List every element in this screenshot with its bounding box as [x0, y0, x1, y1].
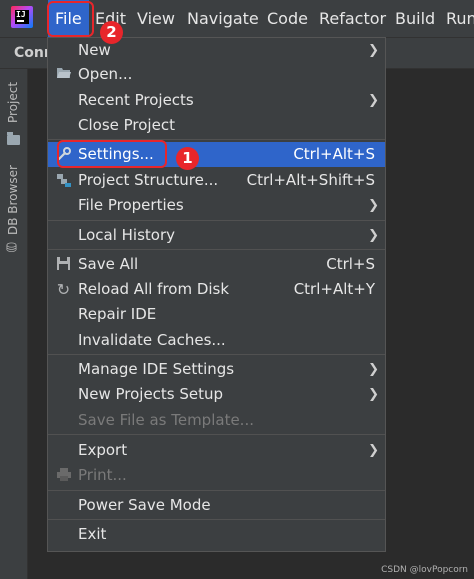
menu-item-open[interactable]: Open... — [48, 62, 385, 87]
database-icon: ⛁ — [6, 241, 17, 256]
menu-item-label: Save All — [78, 255, 139, 273]
menu-build[interactable]: Build — [388, 0, 442, 37]
menu-item-label: Manage IDE Settings — [78, 360, 235, 378]
submenu-arrow-icon: ❯ — [368, 387, 379, 402]
menu-item-label: Save File as Template... — [78, 411, 254, 429]
menu-item-manage-ide-settings[interactable]: Manage IDE Settings ❯ — [48, 357, 385, 382]
menu-item-label: Print... — [78, 466, 127, 484]
menu-item-label: New Projects Setup — [78, 385, 224, 403]
project-tool-window-button[interactable]: Project — [2, 75, 25, 155]
submenu-arrow-icon: ❯ — [368, 228, 379, 243]
menu-separator — [48, 519, 385, 520]
save-icon — [55, 256, 72, 273]
menu-item-new[interactable]: New ❯ — [48, 38, 385, 63]
annotation-badge-2: 2 — [100, 21, 123, 44]
menu-separator — [48, 249, 385, 250]
menu-item-export[interactable]: Export ❯ — [48, 438, 385, 463]
project-structure-icon — [55, 172, 72, 189]
menu-item-print: Print... — [48, 463, 385, 488]
menu-item-reload-all-from-disk[interactable]: ↻ Reload All from Disk Ctrl+Alt+Y — [48, 277, 385, 302]
file-menu-dropdown: New ❯ Open... Recent Projects ❯ Close Pr… — [47, 37, 386, 552]
submenu-arrow-icon: ❯ — [368, 43, 379, 58]
menu-item-file-properties[interactable]: File Properties ❯ — [48, 193, 385, 218]
annotation-highlight-file — [47, 1, 94, 37]
submenu-arrow-icon: ❯ — [368, 93, 379, 108]
menu-item-power-save-mode[interactable]: Power Save Mode — [48, 493, 385, 518]
submenu-arrow-icon: ❯ — [368, 443, 379, 458]
submenu-arrow-icon: ❯ — [368, 198, 379, 213]
menu-item-shortcut: Ctrl+S — [326, 255, 375, 273]
menu-item-label: Open... — [78, 65, 133, 83]
annotation-highlight-settings — [57, 140, 167, 168]
menu-refactor[interactable]: Refactor — [312, 0, 393, 37]
menu-code[interactable]: Code — [260, 0, 315, 37]
menu-separator — [48, 490, 385, 491]
menu-item-label: Local History — [78, 226, 176, 244]
print-icon — [55, 467, 72, 484]
menu-item-shortcut: Ctrl+Alt+S — [293, 145, 375, 163]
menu-item-save-file-as-template: Save File as Template... — [48, 408, 385, 433]
menu-run[interactable]: Run — [439, 0, 474, 37]
menu-separator — [48, 354, 385, 355]
menu-navigate[interactable]: Navigate — [180, 0, 266, 37]
menu-item-label: Recent Projects — [78, 91, 194, 109]
menu-item-new-projects-setup[interactable]: New Projects Setup ❯ — [48, 382, 385, 407]
watermark: CSDN @lovPopcorn — [381, 565, 468, 575]
menu-item-label: Project Structure... — [78, 171, 219, 189]
folder-open-icon — [55, 66, 72, 83]
db-browser-tool-label: DB Browser — [6, 165, 20, 235]
menu-item-recent-projects[interactable]: Recent Projects ❯ — [48, 88, 385, 113]
menu-item-shortcut: Ctrl+Alt+Y — [293, 280, 375, 298]
db-browser-tool-window-button[interactable]: DB Browser ⛁ — [2, 165, 25, 265]
project-tool-label: Project — [6, 81, 20, 123]
menu-item-project-structure[interactable]: Project Structure... Ctrl+Alt+Shift+S — [48, 168, 385, 193]
submenu-arrow-icon: ❯ — [368, 362, 379, 377]
menu-item-close-project[interactable]: Close Project — [48, 113, 385, 138]
menu-item-label: File Properties — [78, 196, 184, 214]
menu-item-invalidate-caches[interactable]: Invalidate Caches... — [48, 328, 385, 353]
menu-item-label: Invalidate Caches... — [78, 331, 226, 349]
reload-icon: ↻ — [56, 280, 71, 299]
menu-item-shortcut: Ctrl+Alt+Shift+S — [246, 171, 375, 189]
menu-item-save-all[interactable]: Save All Ctrl+S — [48, 252, 385, 277]
menu-item-repair-ide[interactable]: Repair IDE — [48, 302, 385, 327]
menu-item-label: Reload All from Disk — [78, 280, 230, 298]
menu-view[interactable]: View — [130, 0, 182, 37]
menu-item-label: Export — [78, 441, 128, 459]
menu-item-label: Power Save Mode — [78, 496, 211, 514]
menu-item-exit[interactable]: Exit — [48, 522, 385, 547]
menu-item-label: Exit — [78, 525, 107, 543]
menu-separator — [48, 434, 385, 435]
folder-icon — [7, 132, 20, 145]
annotation-badge-1: 1 — [176, 147, 199, 170]
left-tool-stripe: Project DB Browser ⛁ — [0, 69, 28, 579]
menu-item-local-history[interactable]: Local History ❯ — [48, 223, 385, 248]
intellij-logo-icon: IJ — [11, 6, 33, 28]
menu-item-label: Repair IDE — [78, 305, 157, 323]
menu-separator — [48, 220, 385, 221]
menu-item-label: Close Project — [78, 116, 175, 134]
